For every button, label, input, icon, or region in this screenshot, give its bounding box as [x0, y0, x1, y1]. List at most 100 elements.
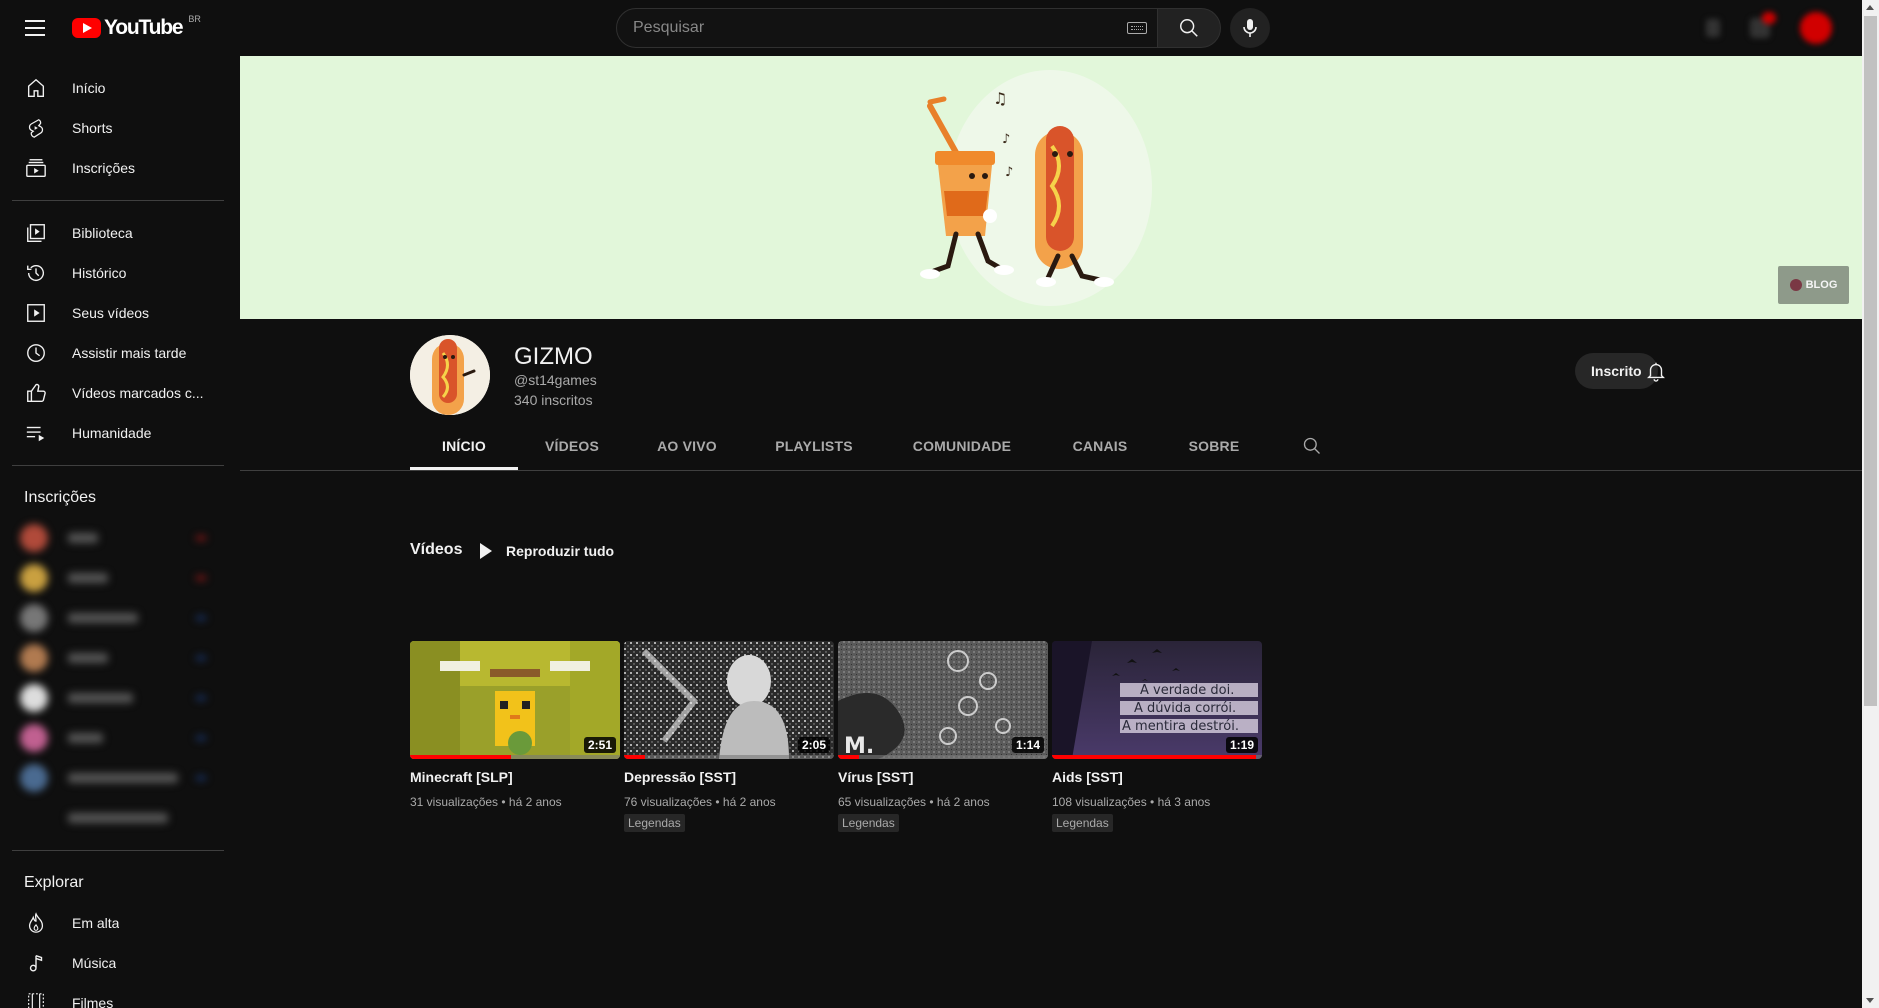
chevron-down-icon	[20, 804, 48, 832]
captions-badge: Legendas	[624, 814, 685, 832]
sidebar-item-subscriptions[interactable]: Inscrições	[0, 148, 212, 188]
playlist-icon	[24, 421, 48, 445]
sidebar-item-movies[interactable]: Filmes	[0, 983, 212, 1008]
notifications-icon[interactable]	[1750, 12, 1776, 38]
video-thumbnail[interactable]: 2:05	[624, 641, 834, 759]
subscription-channel[interactable]	[0, 638, 224, 678]
tab-about[interactable]: SOBRE	[1156, 422, 1272, 470]
logo-text: YouTube	[104, 16, 184, 39]
sidebar-item-liked-videos[interactable]: Vídeos marcados c...	[0, 373, 212, 413]
page-scrollbar[interactable]	[1862, 0, 1879, 1008]
subscription-channel[interactable]	[0, 718, 224, 758]
sidebar-item-label: Música	[72, 955, 117, 971]
channel-name	[68, 573, 108, 583]
search-input[interactable]	[633, 19, 1093, 37]
search-icon	[1303, 437, 1320, 454]
video-title[interactable]: Depressão [SST]	[624, 769, 834, 785]
tab-live[interactable]: AO VIVO	[626, 422, 748, 470]
search-icon	[1180, 19, 1198, 37]
sidebar-item-label: Início	[72, 80, 106, 96]
banner-link-blog[interactable]: BLOG	[1778, 266, 1849, 304]
captions-badge: Legendas	[838, 814, 899, 832]
banner-illustration: ♫ ♪ ♪	[920, 70, 1152, 306]
video-thumbnail[interactable]: A verdade doi. A dúvida corrói. A mentir…	[1052, 641, 1262, 759]
video-thumbnail[interactable]: M. 1:14	[838, 641, 1048, 759]
video-thumbnail[interactable]: 2:51	[410, 641, 620, 759]
youtube-logo[interactable]: YouTube BR	[72, 14, 201, 40]
shelf-title[interactable]: Vídeos	[410, 541, 462, 559]
sidebar-item-label: Assistir mais tarde	[72, 345, 187, 361]
avatar[interactable]	[1800, 12, 1832, 44]
hotdog-avatar-image	[410, 335, 490, 415]
new-content-indicator	[196, 536, 206, 540]
tab-channels[interactable]: CANAIS	[1044, 422, 1156, 470]
channel-search-button[interactable]	[1272, 422, 1352, 470]
channel-avatar[interactable]	[410, 335, 490, 415]
scroll-down-arrow-icon[interactable]	[1866, 998, 1874, 1003]
scroll-up-arrow-icon[interactable]	[1866, 5, 1874, 10]
sidebar-item-music[interactable]: Música	[0, 943, 212, 983]
thumbnail-caption-line: A mentira destrói.	[1122, 719, 1239, 734]
new-content-indicator	[196, 576, 206, 580]
subscription-channel[interactable]	[0, 598, 224, 638]
scrollbar-thumb[interactable]	[1864, 16, 1877, 706]
sidebar-item-label: Inscrições	[72, 160, 136, 176]
search-button[interactable]	[1157, 8, 1221, 48]
watch-progress-track	[838, 755, 1048, 759]
create-icon[interactable]	[1706, 19, 1720, 37]
sidebar-item-trending[interactable]: Em alta	[0, 903, 212, 943]
video-meta: 65 visualizações • há 2 anos	[838, 795, 990, 809]
captions-badge: Legendas	[1052, 814, 1113, 832]
channel-avatar	[20, 764, 48, 792]
play-all-label: Reproduzir tudo	[506, 543, 615, 559]
tab-inicio[interactable]: INÍCIO	[410, 422, 518, 470]
sidebar-item-library[interactable]: Biblioteca	[0, 213, 212, 253]
sidebar-item-home[interactable]: Início	[0, 68, 212, 108]
subscription-channel[interactable]	[0, 558, 224, 598]
video-title[interactable]: Minecraft [SLP]	[410, 769, 620, 785]
menu-icon[interactable]	[20, 16, 50, 40]
sidebar-item-shorts[interactable]: Shorts	[0, 108, 212, 148]
video-meta: 108 visualizações • há 3 anos	[1052, 795, 1211, 809]
explore-section-title: Explorar	[24, 874, 84, 891]
tab-community[interactable]: COMUNIDADE	[880, 422, 1044, 470]
video-meta: 31 visualizações • há 2 anos	[410, 795, 562, 809]
subscriber-count: 340 inscritos	[514, 392, 593, 408]
channel-name	[68, 693, 133, 703]
shorts-icon	[24, 116, 48, 140]
video-card[interactable]: 2:05 Depressão [SST] 76 visualizações • …	[624, 641, 834, 832]
subscription-channel[interactable]	[0, 758, 224, 798]
video-card[interactable]: A verdade doi. A dúvida corrói. A mentir…	[1052, 641, 1262, 832]
voice-search-button[interactable]	[1230, 8, 1270, 48]
sidebar-item-history[interactable]: Histórico	[0, 253, 212, 293]
video-card[interactable]: M. 1:14 Vírus [SST] 65 visualizações • h…	[838, 641, 1048, 832]
tab-videos[interactable]: VÍDEOS	[518, 422, 626, 470]
svg-text:♪: ♪	[1005, 165, 1013, 180]
sidebar-item-playlist-humanidade[interactable]: Humanidade	[0, 413, 212, 453]
play-all-button[interactable]: Reproduzir tudo	[480, 533, 614, 569]
channel-name	[68, 653, 108, 663]
sidebar-item-label: Shorts	[72, 120, 113, 136]
tabs-divider	[240, 470, 1862, 471]
video-title[interactable]: Aids [SST]	[1052, 769, 1262, 785]
video-title[interactable]: Vírus [SST]	[838, 769, 1048, 785]
video-card[interactable]: 2:51 Minecraft [SLP] 31 visualizações • …	[410, 641, 620, 832]
new-content-indicator	[196, 616, 206, 620]
keyboard-icon[interactable]	[1127, 22, 1147, 34]
sidebar-item-watch-later[interactable]: Assistir mais tarde	[0, 333, 212, 373]
top-bar: YouTube BR	[0, 0, 1862, 56]
sidebar-item-your-videos[interactable]: Seus vídeos	[0, 293, 212, 333]
subscriptions-icon	[24, 156, 48, 180]
show-more-subscriptions[interactable]	[0, 798, 224, 838]
sidebar-item-label: Vídeos marcados c...	[72, 385, 204, 401]
show-more-label	[68, 813, 168, 823]
blog-site-icon	[1789, 279, 1802, 291]
bell-icon	[1647, 362, 1665, 382]
notification-bell-button[interactable]	[1638, 353, 1674, 389]
subscription-channel[interactable]	[0, 518, 224, 558]
subscription-channel[interactable]	[0, 678, 224, 718]
new-content-indicator	[196, 776, 206, 780]
tab-playlists[interactable]: PLAYLISTS	[748, 422, 880, 470]
sidebar-divider	[12, 465, 224, 466]
sidebar-divider	[12, 200, 224, 201]
